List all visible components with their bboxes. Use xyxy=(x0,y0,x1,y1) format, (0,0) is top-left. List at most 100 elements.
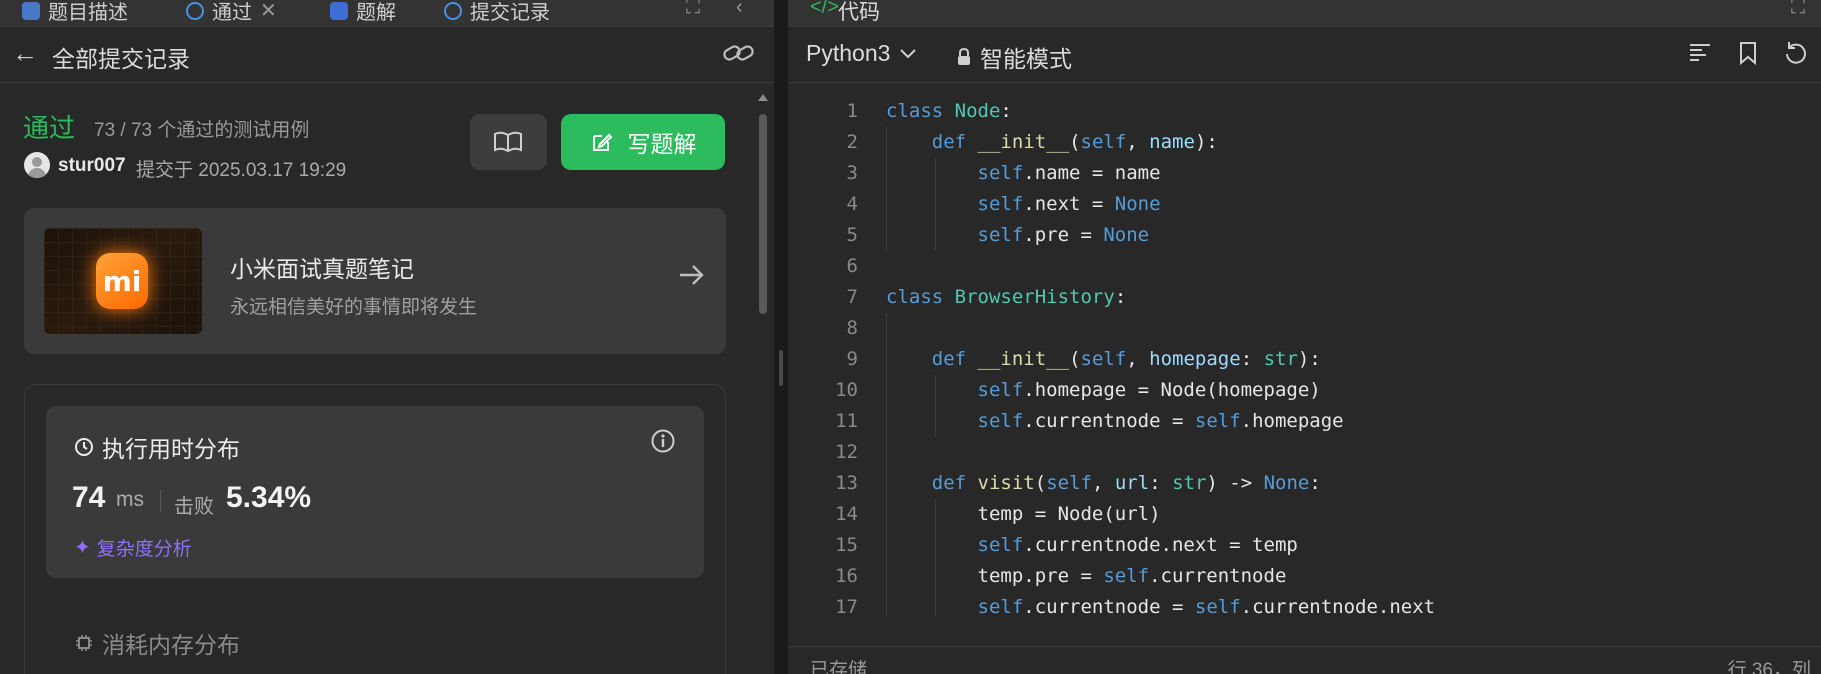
cursor-position: 行 36，列 xyxy=(1727,660,1811,674)
format-icon[interactable] xyxy=(1687,40,1713,66)
arrow-right-icon[interactable] xyxy=(676,260,706,290)
bookmark-icon[interactable] xyxy=(1735,40,1761,66)
save-status: 已存储 xyxy=(810,660,868,674)
indent-guide xyxy=(935,158,936,251)
panel-divider[interactable] xyxy=(774,0,788,674)
memory-title[interactable]: 消耗内存分布 xyxy=(74,626,240,660)
scrollbar-thumb[interactable] xyxy=(759,114,767,314)
xiaomi-logo: mi xyxy=(96,253,148,309)
reset-icon[interactable] xyxy=(1783,40,1809,66)
editor-tab-title[interactable]: 代码 xyxy=(838,0,880,26)
resize-handle[interactable] xyxy=(779,350,783,386)
editor-panel: </> 代码 ⛶ Python3 智能模式 1 class Node: 2 de… xyxy=(788,0,1821,674)
line-number: 17 xyxy=(835,596,858,616)
tab-label: 题解 xyxy=(356,2,396,24)
line-number: 14 xyxy=(835,503,858,525)
chevron-down-icon xyxy=(900,48,917,58)
clock-icon xyxy=(75,438,93,456)
complexity-analysis-link[interactable]: ✦ 复杂度分析 xyxy=(74,534,192,561)
write-solution-button[interactable]: 写题解 xyxy=(561,114,725,170)
line-number: 6 xyxy=(846,255,858,277)
submissions-header: ← 全部提交记录 xyxy=(0,26,774,83)
editor-tools xyxy=(1687,40,1809,66)
status-text: 通过 xyxy=(23,113,76,143)
mode-select[interactable]: 智能模式 xyxy=(956,40,1072,74)
note-title: 小米面试真题笔记 xyxy=(230,256,414,282)
line-number: 7 xyxy=(846,286,858,308)
line-number: 13 xyxy=(835,472,858,494)
line-number: 11 xyxy=(835,410,858,432)
runtime-card[interactable]: 执行用时分布 74 ms 击败 5.34% ✦ 复杂度分析 xyxy=(46,406,704,578)
code-text: self.name = name xyxy=(977,162,1161,184)
chip-icon xyxy=(76,635,92,651)
language-select[interactable]: Python3 xyxy=(806,40,917,67)
line-number: 12 xyxy=(835,441,858,463)
status-bar: 已存储 行 36，列 xyxy=(788,646,1821,674)
code-text: def __init__(self, name): xyxy=(931,131,1218,153)
left-panel: 题目描述 通过 ✕ 题解 提交记录 ⛶ ‹ ← 全部提交记录 通过 73 / 7… xyxy=(0,0,774,674)
complexity-label: 复杂度分析 xyxy=(96,539,192,560)
line-number: 2 xyxy=(846,131,858,153)
accepted-icon xyxy=(186,1,204,20)
code-editor[interactable]: 1 class Node: 2 def __init__(self, name): 3… xyxy=(788,96,1821,616)
line-number: 9 xyxy=(846,348,858,370)
code-text: self.homepage = Node(homepage) xyxy=(977,379,1321,401)
tab-solutions[interactable]: 题解 xyxy=(330,0,396,25)
code-text: self.pre = None xyxy=(977,224,1150,246)
description-icon xyxy=(22,1,40,20)
runtime-title: 执行用时分布 xyxy=(74,430,240,464)
code-icon: </> xyxy=(810,0,839,18)
close-icon[interactable]: ✕ xyxy=(260,0,277,23)
notes-button[interactable] xyxy=(470,114,547,170)
tab-label: 通过 xyxy=(212,2,252,24)
tab-submissions[interactable]: 提交记录 xyxy=(444,0,550,25)
runtime-value: 74 xyxy=(72,481,106,514)
line-number: 8 xyxy=(846,317,858,339)
line-number: 15 xyxy=(835,534,858,556)
code-text: def __init__(self, homepage: str): xyxy=(931,348,1321,370)
left-tab-bar: 题目描述 通过 ✕ 题解 提交记录 ⛶ ‹ xyxy=(0,0,774,27)
beat-label: 击败 xyxy=(174,496,214,518)
code-text: self.currentnode.next = temp xyxy=(977,534,1298,556)
avatar[interactable] xyxy=(24,152,50,178)
line-number: 5 xyxy=(846,224,858,246)
sparkle-icon: ✦ xyxy=(74,537,91,559)
code-text: class Node: xyxy=(886,100,1012,122)
info-icon[interactable] xyxy=(650,428,676,454)
line-number: 1 xyxy=(846,100,858,122)
link-icon[interactable] xyxy=(722,40,756,66)
page-title: 全部提交记录 xyxy=(52,46,190,72)
line-number: 3 xyxy=(846,162,858,184)
memory-title-label: 消耗内存分布 xyxy=(102,632,240,658)
tab-label: 题目描述 xyxy=(48,2,128,24)
lock-icon xyxy=(958,47,970,65)
separator xyxy=(160,490,161,512)
indent-guide xyxy=(886,127,887,251)
code-text: temp.pre = self.currentnode xyxy=(886,565,1287,587)
maximize-icon[interactable]: ⛶ xyxy=(1791,0,1805,19)
runtime-unit: ms xyxy=(116,488,144,511)
code-text: class BrowserHistory: xyxy=(886,286,1127,308)
write-solution-label: 写题解 xyxy=(627,131,697,157)
tab-accepted[interactable]: 通过 ✕ xyxy=(186,0,277,25)
maximize-icon[interactable]: ⛶ xyxy=(686,0,700,19)
code-text: def visit(self, url: str) -> None: xyxy=(931,472,1321,494)
line-number: 16 xyxy=(835,565,858,587)
collapse-icon[interactable]: ‹ xyxy=(736,0,743,19)
scroll-up-icon[interactable] xyxy=(758,94,768,101)
submitted-time: 提交于 2025.03.17 19:29 xyxy=(136,160,347,181)
code-text: self.currentnode = self.homepage xyxy=(977,410,1344,432)
scrollbar[interactable] xyxy=(757,92,769,674)
tab-label: 提交记录 xyxy=(470,2,550,24)
tab-description[interactable]: 题目描述 xyxy=(22,0,128,25)
back-arrow-icon[interactable]: ← xyxy=(12,40,38,66)
code-text: self.next = None xyxy=(977,193,1161,215)
username[interactable]: stur007 xyxy=(58,155,126,177)
note-card[interactable]: mi 小米面试真题笔记 永远相信美好的事情即将发生 xyxy=(24,208,726,354)
language-label: Python3 xyxy=(806,40,891,66)
indent-guide xyxy=(886,313,887,616)
code-text: temp = Node(url) xyxy=(886,503,1161,525)
test-cases-count: 73 / 73 个通过的测试用例 xyxy=(94,120,310,141)
note-image: mi xyxy=(44,228,202,334)
editor-toolbar: Python3 智能模式 xyxy=(788,26,1821,83)
